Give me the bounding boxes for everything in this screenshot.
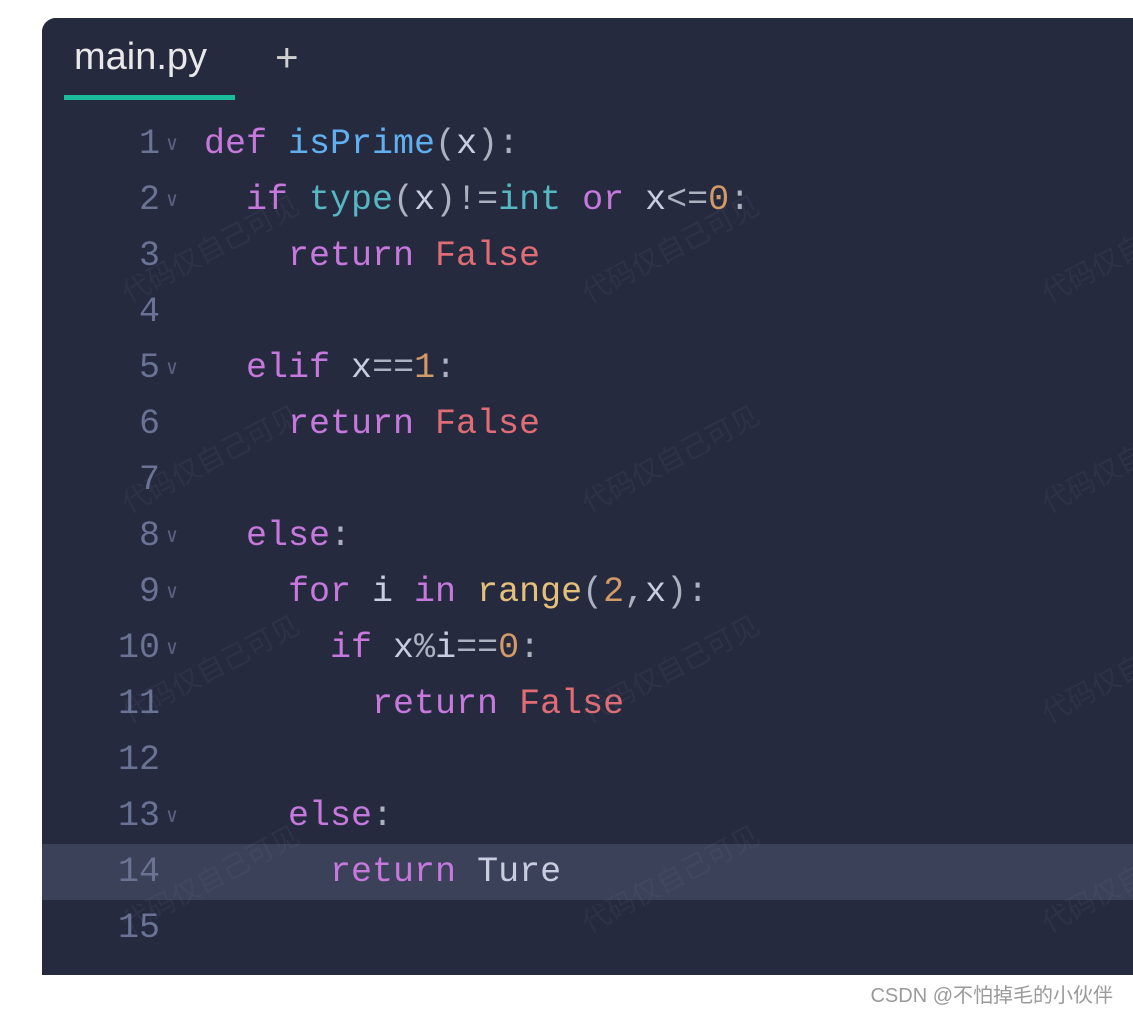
fold-chevron-icon[interactable]: ∨: [160, 118, 184, 174]
fold-chevron-icon[interactable]: ∨: [160, 790, 184, 846]
code-content: return Ture: [192, 844, 561, 900]
code-line[interactable]: 15: [42, 900, 1133, 956]
code-line[interactable]: 3 return False: [42, 228, 1133, 284]
fold-chevron-icon: [160, 678, 184, 734]
gutter: 4: [42, 284, 192, 340]
line-number: 3: [139, 228, 160, 284]
code-content: elif x==1:: [192, 340, 456, 396]
gutter: 6: [42, 396, 192, 452]
code-content: return False: [192, 396, 540, 452]
line-number: 14: [118, 844, 160, 900]
code-line[interactable]: 2∨ if type(x)!=int or x<=0:: [42, 172, 1133, 228]
code-line[interactable]: 13∨ else:: [42, 788, 1133, 844]
gutter: 5∨: [42, 340, 192, 396]
line-number: 8: [139, 508, 160, 564]
code-content: return False: [192, 228, 540, 284]
code-line[interactable]: 9∨ for i in range(2,x):: [42, 564, 1133, 620]
code-content: if type(x)!=int or x<=0:: [192, 172, 750, 228]
line-number: 5: [139, 340, 160, 396]
fold-chevron-icon[interactable]: ∨: [160, 566, 184, 622]
line-number: 7: [139, 452, 160, 508]
line-number: 10: [118, 620, 160, 676]
line-number: 4: [139, 284, 160, 340]
code-line[interactable]: 8∨ else:: [42, 508, 1133, 564]
attribution-text: CSDN @不怕掉毛的小伙伴: [870, 979, 1113, 1008]
fold-chevron-icon: [160, 902, 184, 958]
fold-chevron-icon[interactable]: ∨: [160, 342, 184, 398]
fold-chevron-icon: [160, 846, 184, 902]
code-line[interactable]: 10∨ if x%i==0:: [42, 620, 1133, 676]
fold-chevron-icon: [160, 398, 184, 454]
tab-label: main.py: [74, 36, 207, 79]
line-number: 2: [139, 172, 160, 228]
code-line[interactable]: 11 return False: [42, 676, 1133, 732]
gutter: 14: [42, 844, 192, 900]
fold-chevron-icon[interactable]: ∨: [160, 622, 184, 678]
gutter: 3: [42, 228, 192, 284]
line-number: 13: [118, 788, 160, 844]
code-content: return False: [192, 676, 624, 732]
fold-chevron-icon: [160, 286, 184, 342]
code-content: if x%i==0:: [192, 620, 540, 676]
code-content: def isPrime(x):: [192, 116, 519, 172]
code-line[interactable]: 12: [42, 732, 1133, 788]
code-line[interactable]: 14 return Ture: [42, 844, 1133, 900]
line-number: 11: [118, 676, 160, 732]
line-number: 15: [118, 900, 160, 956]
line-number: 6: [139, 396, 160, 452]
gutter: 12: [42, 732, 192, 788]
add-tab-button[interactable]: +: [275, 36, 298, 81]
code-line[interactable]: 4: [42, 284, 1133, 340]
code-line[interactable]: 6 return False: [42, 396, 1133, 452]
gutter: 13∨: [42, 788, 192, 844]
gutter: 10∨: [42, 620, 192, 676]
tab-bar: main.py +: [42, 18, 1133, 98]
line-number: 9: [139, 564, 160, 620]
gutter: 8∨: [42, 508, 192, 564]
code-line[interactable]: 5∨ elif x==1:: [42, 340, 1133, 396]
fold-chevron-icon[interactable]: ∨: [160, 510, 184, 566]
code-area[interactable]: 1∨def isPrime(x):2∨ if type(x)!=int or x…: [42, 98, 1133, 956]
line-number: 12: [118, 732, 160, 788]
tab-main-py[interactable]: main.py: [64, 20, 235, 100]
plus-icon: +: [275, 36, 298, 80]
code-line[interactable]: 7: [42, 452, 1133, 508]
code-editor: main.py + 1∨def isPrime(x):2∨ if type(x)…: [42, 18, 1133, 975]
gutter: 7: [42, 452, 192, 508]
line-number: 1: [139, 116, 160, 172]
code-content: for i in range(2,x):: [192, 564, 708, 620]
fold-chevron-icon[interactable]: ∨: [160, 174, 184, 230]
code-content: else:: [192, 788, 393, 844]
gutter: 15: [42, 900, 192, 956]
code-content: else:: [192, 508, 351, 564]
code-line[interactable]: 1∨def isPrime(x):: [42, 116, 1133, 172]
fold-chevron-icon: [160, 734, 184, 790]
gutter: 9∨: [42, 564, 192, 620]
fold-chevron-icon: [160, 454, 184, 510]
gutter: 11: [42, 676, 192, 732]
gutter: 2∨: [42, 172, 192, 228]
gutter: 1∨: [42, 116, 192, 172]
fold-chevron-icon: [160, 230, 184, 286]
